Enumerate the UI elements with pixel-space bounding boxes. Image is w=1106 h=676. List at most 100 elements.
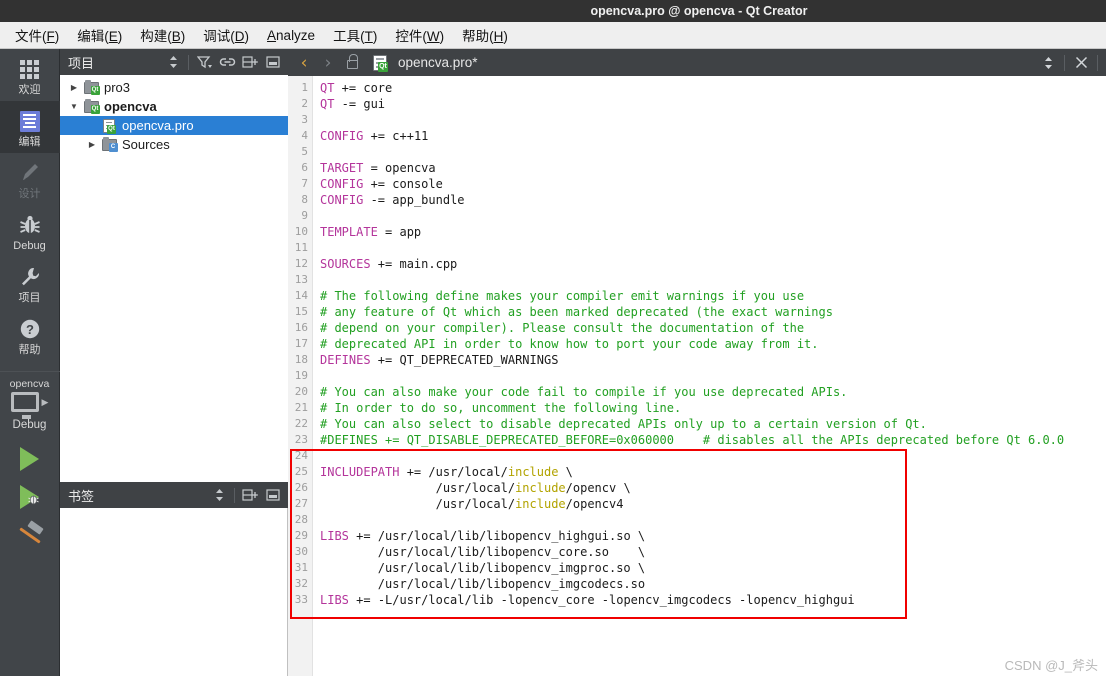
token-kw: TARGET [320,161,364,175]
mode-button-设计: 设计 [0,153,60,205]
code-line: # any feature of Qt which as been marked… [320,304,1106,320]
line-number: 12 [294,257,308,270]
editor-column: ‹ › Qt opencva.pro* 1 2 3 4 5 6 7 8 9 10… [288,49,1106,676]
debug-button[interactable] [20,485,39,509]
token-op: += [370,353,400,367]
code-line: /usr/local/include/opencv \ [320,480,1106,496]
qt-pro-file-icon: Qt [100,118,118,134]
token-cmt: # You can also make your code fail to co… [320,385,848,399]
code-line: CONFIG += console [320,176,1106,192]
minimize-icon[interactable] [262,51,284,73]
lock-toggle-button[interactable] [340,51,364,75]
minimize-icon[interactable] [262,484,284,506]
code-line: # depend on your compiler). Please consu… [320,320,1106,336]
token-inc: include [515,481,566,495]
mode-button-欢迎[interactable]: 欢迎 [0,49,60,101]
chevron-down-icon[interactable]: ▼ [66,102,82,111]
menu-item-2[interactable]: 构建(B) [131,22,194,48]
token-val: app [399,225,422,239]
code-line: CONFIG -= app_bundle [320,192,1106,208]
token-val: app_bundle [392,193,465,207]
mode-button-label: 项目 [18,292,41,304]
code-line: DEFINES += QT_DEPRECATED_WARNINGS [320,352,1106,368]
token-kw: INCLUDEPATH [320,465,400,479]
link-icon[interactable] [216,51,238,73]
chevron-right-icon: ▶ [41,396,49,407]
tree-item-opencva.pro[interactable]: Qt opencva.pro [60,116,288,135]
mode-button-list: 欢迎 编辑 设计 Debug 项目 ? 帮助 [0,49,60,361]
line-number: 20 [294,385,308,398]
editor-toolbar: ‹ › Qt opencva.pro* [288,49,1106,76]
kit-selector[interactable]: opencva ▶ Debug [0,371,60,549]
token-op: += [363,177,393,191]
line-number: 5 [301,145,308,158]
code-line: /usr/local/lib/libopencv_core.so \ [320,544,1106,560]
menu-item-5[interactable]: 工具(T) [324,22,386,48]
kit-build-config: Debug [12,419,47,431]
hammer-icon [15,520,45,549]
navigate-forward-button[interactable]: › [316,51,340,75]
open-document-name[interactable]: opencva.pro* [398,55,478,70]
code-line: TARGET = opencva [320,160,1106,176]
token-val: gui [363,97,386,111]
line-number: 10 [294,225,308,238]
kit-target-row[interactable]: ▶ [10,392,49,419]
line-number: 19 [294,369,308,382]
left-dock-column: 项目 ▶ Qt pro3 ▼ Qt opencva Qt opencva.pro… [60,49,288,676]
bookmarks-list[interactable] [60,508,288,676]
code-editor[interactable]: 1 2 3 4 5 6 7 8 9 10 11 12 13 14 15 16 17 18 19 20 21 22 23 24 2… [288,76,1106,676]
build-button[interactable] [15,520,45,549]
code-text-area[interactable]: QT += core QT -= gui CONFIG += c++11 TARG… [313,76,1106,676]
line-number: 1 [301,81,308,94]
menu-item-6[interactable]: 控件(W) [386,22,453,48]
menu-item-0[interactable]: 文件(F) [6,22,68,48]
token-val: /usr/local/lib/libopencv_highgui.so \ [377,529,646,543]
menu-item-4[interactable]: Analyze [258,25,324,46]
menu-accel: E [108,29,118,44]
updown-selector-icon [1044,56,1052,69]
document-selector-button[interactable] [1036,51,1060,75]
tree-item-Sources[interactable]: ▶ C Sources [60,135,288,154]
line-number: 11 [294,241,308,254]
project-tree[interactable]: ▶ Qt pro3 ▼ Qt opencva Qt opencva.pro ▶ C Sources [60,75,288,482]
code-line: LIBS += /usr/local/lib/libopencv_highgui… [320,528,1106,544]
mode-button-Debug[interactable]: Debug [0,205,60,257]
token-kw: QT [320,97,335,111]
chevron-right-icon[interactable]: ▶ [84,140,100,149]
split-add-icon[interactable] [239,484,261,506]
line-number: 14 [294,289,308,302]
navigate-back-button[interactable]: ‹ [292,51,316,75]
updown-selector-icon[interactable] [208,484,230,506]
code-line: #DEFINES += QT_DISABLE_DEPRECATED_BEFORE… [320,432,1106,448]
token-op: += [348,529,378,543]
token-kw: TEMPLATE [320,225,378,239]
line-number: 23 [294,433,308,446]
code-line: # In order to do so, uncomment the follo… [320,400,1106,416]
tree-item-label: opencva [104,99,157,114]
token-val: main.cpp [399,257,458,271]
code-line: INCLUDEPATH += /usr/local/include \ [320,464,1106,480]
menu-item-7[interactable]: 帮助(H) [453,22,517,48]
line-number: 21 [294,401,308,414]
close-document-button[interactable] [1069,51,1093,75]
mode-button-项目[interactable]: 项目 [0,257,60,309]
tree-item-opencva[interactable]: ▼ Qt opencva [60,97,288,116]
mode-selector-bar: 欢迎 编辑 设计 Debug 项目? 帮助 opencva ▶ Debug [0,49,60,676]
line-number: 9 [301,209,308,222]
tree-item-pro3[interactable]: ▶ Qt pro3 [60,78,288,97]
mode-button-帮助[interactable]: ? 帮助 [0,309,60,361]
bookmarks-panel-toolbar [208,484,284,506]
line-number: 27 [294,497,308,510]
menu-item-1[interactable]: 编辑(E) [68,22,131,48]
mode-button-编辑[interactable]: 编辑 [0,101,60,153]
split-add-icon[interactable] [239,51,261,73]
run-button[interactable] [20,447,39,471]
menu-item-3[interactable]: 调试(D) [194,22,258,48]
tree-item-label: pro3 [104,80,131,95]
filter-icon[interactable] [193,51,215,73]
updown-selector-icon[interactable] [162,51,184,73]
chevron-right-icon[interactable]: ▶ [66,83,82,92]
line-number: 29 [294,529,308,542]
